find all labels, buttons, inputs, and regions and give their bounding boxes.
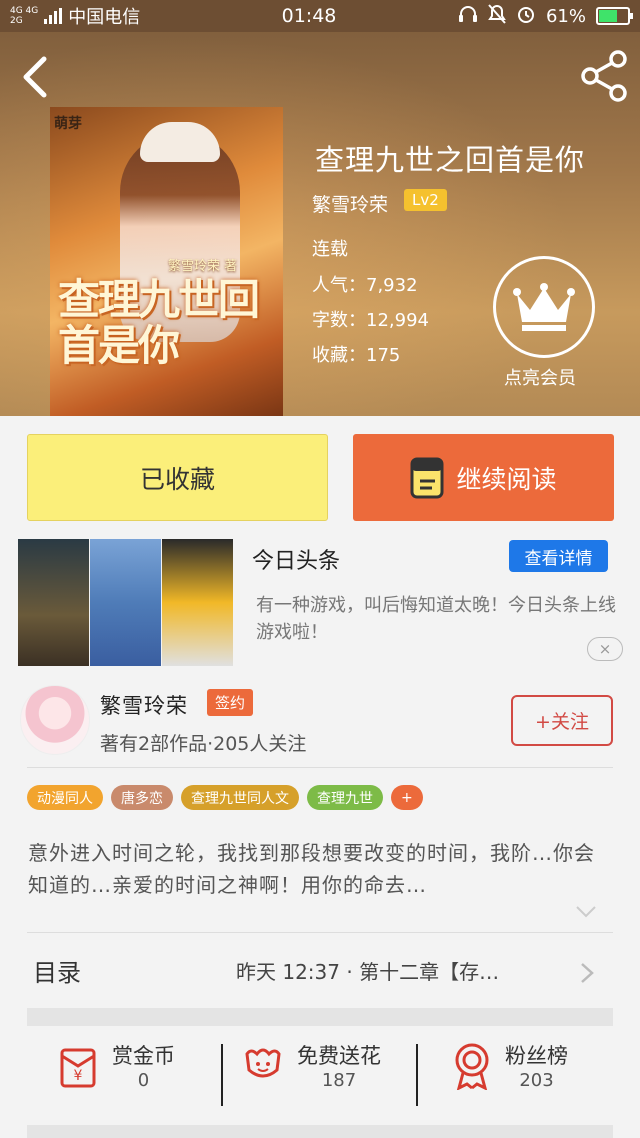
toc-latest-chapter[interactable]: 昨天 12:37 · 第十二章【存… bbox=[236, 956, 499, 985]
ad-thumb-3 bbox=[162, 539, 233, 666]
tag-list: 动漫同人 唐多恋 查理九世同人文 查理九世 + bbox=[27, 785, 423, 810]
book-status: 连载 bbox=[312, 239, 348, 260]
ad-title: 今日头条 bbox=[252, 549, 341, 574]
tag-chip[interactable]: 唐多恋 bbox=[111, 785, 173, 810]
ad-close-button[interactable]: × bbox=[587, 637, 623, 661]
book-cover[interactable]: 萌芽 繁雪玲荣 著 查理九世回首是你 bbox=[50, 107, 283, 416]
signed-badge: 签约 bbox=[207, 689, 254, 716]
ad-text: 有一种游戏，叫后悔知道太晚！今日头条上线游戏啦！ bbox=[256, 595, 616, 643]
stat-coins[interactable]: ¥ 赏金币 0 bbox=[56, 1040, 175, 1091]
tag-chip[interactable]: 动漫同人 bbox=[27, 785, 103, 810]
stat-value: 0 bbox=[137, 1070, 150, 1091]
author-name[interactable]: 繁雪玲荣 bbox=[100, 690, 188, 720]
book-icon bbox=[410, 457, 444, 498]
stat-value: 203 bbox=[519, 1070, 554, 1091]
stat-fans[interactable]: 粉丝榜 203 bbox=[451, 1040, 568, 1091]
crown-icon bbox=[513, 283, 575, 331]
continue-reading-label: 继续阅读 bbox=[456, 464, 557, 494]
stat-separator bbox=[221, 1044, 223, 1106]
cover-illustration-hat bbox=[140, 122, 220, 162]
stat-label: 免费送花 bbox=[297, 1044, 381, 1068]
medal-icon bbox=[455, 1043, 489, 1090]
book-author[interactable]: 繁雪玲荣 bbox=[312, 190, 388, 217]
clock: 01:48 bbox=[281, 5, 337, 27]
carrier-name: 中国电信 bbox=[68, 7, 141, 28]
chevron-right-icon[interactable] bbox=[580, 962, 594, 984]
stat-value: 187 bbox=[321, 1070, 357, 1091]
alarm-icon bbox=[516, 4, 536, 29]
tag-chip[interactable]: 查理九世同人文 bbox=[181, 785, 299, 810]
ad-thumb-1 bbox=[18, 539, 89, 666]
battery-percent: 61% bbox=[545, 5, 586, 27]
continue-reading-button[interactable]: 继续阅读 bbox=[353, 434, 614, 521]
toc-label[interactable]: 目录 bbox=[33, 953, 81, 988]
expand-chevron-icon[interactable] bbox=[575, 905, 597, 919]
divider bbox=[27, 767, 613, 768]
network-indicator: 4G 4G 2G bbox=[10, 6, 39, 26]
author-avatar[interactable] bbox=[20, 685, 90, 755]
status-bar: 4G 4G 2G 中国电信 01:48 61% bbox=[0, 0, 640, 32]
stat-label: 赏金币 bbox=[112, 1044, 175, 1068]
mute-icon bbox=[488, 3, 506, 29]
follow-button[interactable]: +关注 bbox=[511, 695, 613, 746]
back-button[interactable] bbox=[18, 55, 52, 99]
cover-title-art: 查理九世回首是你 bbox=[58, 275, 260, 370]
red-envelope-icon: ¥ bbox=[60, 1048, 96, 1087]
stat-label: 粉丝榜 bbox=[505, 1044, 568, 1068]
cover-brand: 萌芽 bbox=[54, 116, 82, 132]
battery-icon bbox=[596, 7, 633, 25]
section-gap bbox=[27, 1125, 613, 1138]
synopsis[interactable]: 意外进入时间之轮，我找到那段想要改变的时间，我阶…你会知道的…亲爱的时间之神啊！… bbox=[28, 837, 613, 901]
ad-detail-button[interactable]: 查看详情 bbox=[509, 540, 608, 572]
vip-label: 点亮会员 bbox=[504, 368, 576, 389]
favorite-label: 已收藏 bbox=[139, 464, 215, 494]
share-icon bbox=[581, 50, 627, 102]
add-tag-button[interactable]: + bbox=[391, 785, 423, 810]
share-button[interactable] bbox=[580, 50, 628, 102]
close-icon: × bbox=[598, 640, 612, 658]
svg-text:¥: ¥ bbox=[74, 1068, 83, 1084]
section-gap bbox=[27, 1008, 613, 1026]
cover-author: 繁雪玲荣 著 bbox=[168, 259, 238, 274]
flower-icon bbox=[245, 1048, 281, 1077]
author-stats: 著有2部作品·205人关注 bbox=[100, 733, 307, 755]
vip-button[interactable] bbox=[493, 256, 595, 358]
stat-separator bbox=[416, 1044, 418, 1106]
book-popularity: 人气：7,932 bbox=[312, 275, 418, 296]
author-level-badge: Lv2 bbox=[404, 189, 447, 211]
book-word-count: 字数：12,994 bbox=[312, 310, 429, 331]
headset-icon bbox=[458, 5, 478, 28]
divider bbox=[27, 932, 613, 933]
favorite-button[interactable]: 已收藏 bbox=[27, 434, 328, 521]
book-favorites: 收藏：175 bbox=[312, 345, 401, 366]
book-title: 查理九世之回首是你 bbox=[315, 143, 586, 177]
chevron-left-icon bbox=[23, 56, 47, 98]
stat-flowers[interactable]: 免费送花 187 bbox=[243, 1040, 381, 1091]
signal-icon bbox=[44, 8, 63, 24]
tag-chip[interactable]: 查理九世 bbox=[307, 785, 383, 810]
ad-thumb-2 bbox=[90, 539, 161, 666]
